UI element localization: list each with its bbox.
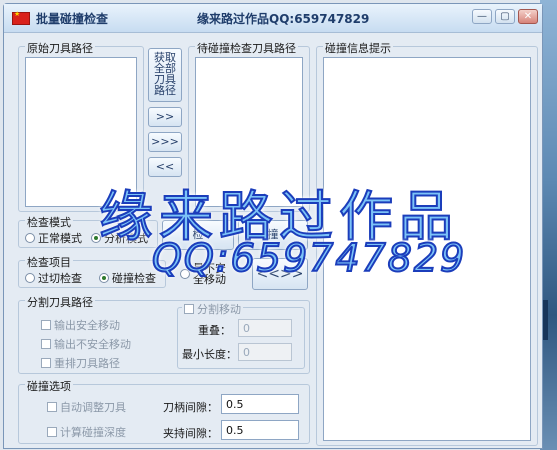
check-items-legend: 检查项目 — [25, 254, 73, 270]
shank-gap-input[interactable] — [221, 394, 299, 414]
checkbox-box — [47, 402, 57, 412]
unsafe-move-label: 最不安 全移动 — [193, 262, 226, 286]
check-items-group: 检查项目 过切检查 碰撞检查 — [18, 254, 166, 288]
split-paths-group: 分割刀具路径 输出安全移动 输出不安全移动 重排刀具路径 分割移动 重叠： 最小… — [18, 294, 310, 374]
batch-collision-window: 批量碰撞检查 缘来路过作品QQ:659747829 — ▢ ✕ 原始刀具路径 获… — [3, 3, 543, 449]
check-button[interactable]: 检 — [162, 220, 234, 250]
radio-dot — [25, 233, 35, 243]
check-mode-legend: 检查模式 — [25, 214, 73, 230]
window-title: 批量碰撞检查 — [36, 12, 109, 26]
analysis-mode-radio[interactable]: 分析模式 — [91, 230, 148, 246]
swap-button[interactable]: <<>> — [252, 258, 308, 290]
radio-dot — [25, 273, 35, 283]
reorder-paths-label: 重排刀具路径 — [54, 357, 120, 370]
split-move-checkbox[interactable]: 分割移动 — [182, 301, 243, 317]
collision-check-label: 碰撞检查 — [112, 272, 156, 285]
auto-adjust-tool-checkbox[interactable]: 自动调整刀具 — [47, 399, 126, 415]
radio-dot-selected — [99, 273, 109, 283]
checkbox-box — [41, 358, 51, 368]
check-mode-group: 检查模式 正常模式 分析模式 — [18, 214, 158, 248]
collision-info-box[interactable] — [323, 57, 531, 441]
radio-dot-selected — [91, 233, 101, 243]
checkbox-box — [47, 427, 57, 437]
collision-info-legend: 碰撞信息提示 — [323, 40, 393, 56]
move-right-button[interactable]: >> — [148, 107, 182, 127]
source-paths-group: 原始刀具路径 — [18, 40, 144, 212]
source-paths-list[interactable] — [25, 57, 137, 207]
holder-gap-label: 夹持间隙： — [163, 427, 218, 440]
split-move-label: 分割移动 — [197, 303, 241, 316]
pending-paths-group: 待碰撞检查刀具路径 — [188, 40, 310, 212]
collide-button[interactable]: 撞 — [238, 220, 308, 250]
radio-dot — [180, 269, 190, 279]
output-safe-move-checkbox[interactable]: 输出安全移动 — [41, 317, 120, 333]
move-left-button[interactable]: << — [148, 157, 182, 177]
overlap-input[interactable] — [238, 319, 292, 337]
shank-gap-label: 刀柄间隙： — [163, 401, 218, 414]
collision-options-legend: 碰撞选项 — [25, 378, 73, 394]
normal-mode-label: 正常模式 — [38, 232, 82, 245]
move-all-right-button[interactable]: >>> — [148, 132, 182, 152]
auto-adjust-tool-label: 自动调整刀具 — [60, 401, 126, 414]
output-unsafe-move-label: 输出不安全移动 — [54, 338, 131, 351]
checkbox-box — [184, 304, 194, 314]
overcut-check-label: 过切检查 — [38, 272, 82, 285]
title-bar[interactable]: 批量碰撞检查 缘来路过作品QQ:659747829 — ▢ ✕ — [4, 4, 542, 33]
analysis-mode-label: 分析模式 — [104, 232, 148, 245]
minimize-button[interactable]: — — [472, 9, 492, 24]
get-all-paths-button[interactable]: 获取 全部 刀具 路径 — [148, 48, 182, 102]
china-flag-icon — [12, 10, 30, 25]
collision-info-group: 碰撞信息提示 — [316, 40, 538, 446]
checkbox-box — [41, 320, 51, 330]
output-unsafe-move-checkbox[interactable]: 输出不安全移动 — [41, 336, 131, 352]
split-paths-legend: 分割刀具路径 — [25, 294, 95, 310]
checkbox-box — [41, 339, 51, 349]
split-move-group: 分割移动 重叠： 最小长度： — [177, 301, 305, 369]
window-subtitle: 缘来路过作品QQ:659747829 — [197, 12, 370, 26]
output-safe-move-label: 输出安全移动 — [54, 319, 120, 332]
min-length-input[interactable] — [238, 343, 292, 361]
min-length-label: 最小长度： — [182, 348, 237, 361]
overlap-label: 重叠： — [198, 324, 231, 337]
collision-options-group: 碰撞选项 自动调整刀具 计算碰撞深度 刀柄间隙： 夹持间隙： — [18, 378, 310, 444]
normal-mode-radio[interactable]: 正常模式 — [25, 230, 82, 246]
calc-depth-checkbox[interactable]: 计算碰撞深度 — [47, 424, 126, 440]
overcut-check-radio[interactable]: 过切检查 — [25, 270, 82, 286]
unsafe-move-radio[interactable]: 最不安 全移动 — [180, 263, 226, 285]
maximize-button[interactable]: ▢ — [495, 9, 515, 24]
close-button[interactable]: ✕ — [518, 9, 538, 24]
collision-check-radio[interactable]: 碰撞检查 — [99, 270, 156, 286]
reorder-paths-checkbox[interactable]: 重排刀具路径 — [41, 355, 120, 371]
source-paths-legend: 原始刀具路径 — [25, 40, 95, 56]
calc-depth-label: 计算碰撞深度 — [60, 426, 126, 439]
pending-paths-list[interactable] — [195, 57, 303, 207]
pending-paths-legend: 待碰撞检查刀具路径 — [195, 40, 298, 56]
holder-gap-input[interactable] — [221, 420, 299, 440]
